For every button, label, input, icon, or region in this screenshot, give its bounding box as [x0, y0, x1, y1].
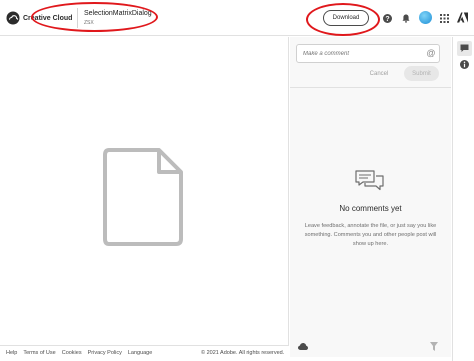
creative-cloud-logo-icon	[6, 11, 20, 25]
footer-link-cookies[interactable]: Cookies	[62, 350, 82, 356]
empty-comments-description: Leave feedback, annotate the file, or ju…	[304, 223, 437, 247]
svg-text:?: ?	[385, 16, 389, 23]
right-rail	[452, 37, 474, 361]
comment-input[interactable]	[296, 44, 440, 63]
comment-icon	[460, 44, 469, 52]
footer-link-language[interactable]: Language	[128, 350, 152, 356]
footer-links: Help Terms of Use Cookies Privacy Policy…	[6, 350, 158, 356]
bell-icon[interactable]	[402, 14, 410, 23]
cancel-button[interactable]: Cancel	[362, 67, 396, 81]
cloud-icon[interactable]	[298, 343, 308, 350]
help-icon[interactable]: ?	[383, 14, 392, 23]
empty-comments-title: No comments yet	[339, 204, 402, 213]
apps-grid-icon[interactable]	[440, 14, 449, 23]
footer-link-terms[interactable]: Terms of Use	[23, 350, 55, 356]
footer: Help Terms of Use Cookies Privacy Policy…	[0, 345, 289, 361]
submit-button[interactable]: Submit	[404, 66, 439, 81]
comments-panel: @ Cancel Submit No comments yet Leave fe…	[290, 37, 451, 357]
copyright-text: © 2021 Adobe. All rights reserved.	[201, 350, 285, 356]
file-placeholder-icon	[103, 148, 183, 246]
footer-link-help[interactable]: Help	[6, 350, 17, 356]
chat-bubbles-icon	[355, 170, 384, 191]
comments-tab[interactable]	[457, 41, 472, 56]
mention-icon[interactable]: @	[425, 47, 437, 59]
footer-link-privacy[interactable]: Privacy Policy	[88, 350, 122, 356]
file-preview-area	[0, 37, 289, 345]
filter-icon[interactable]	[430, 342, 438, 351]
avatar[interactable]	[419, 11, 432, 24]
annotation-oval-download	[306, 3, 380, 36]
info-icon[interactable]	[460, 60, 469, 69]
comments-divider	[290, 87, 451, 88]
top-header: Creative Cloud SelectionMatrixDialog ZSX…	[0, 0, 474, 36]
annotation-oval-brand	[31, 2, 158, 32]
adobe-logo-icon[interactable]	[457, 12, 468, 23]
